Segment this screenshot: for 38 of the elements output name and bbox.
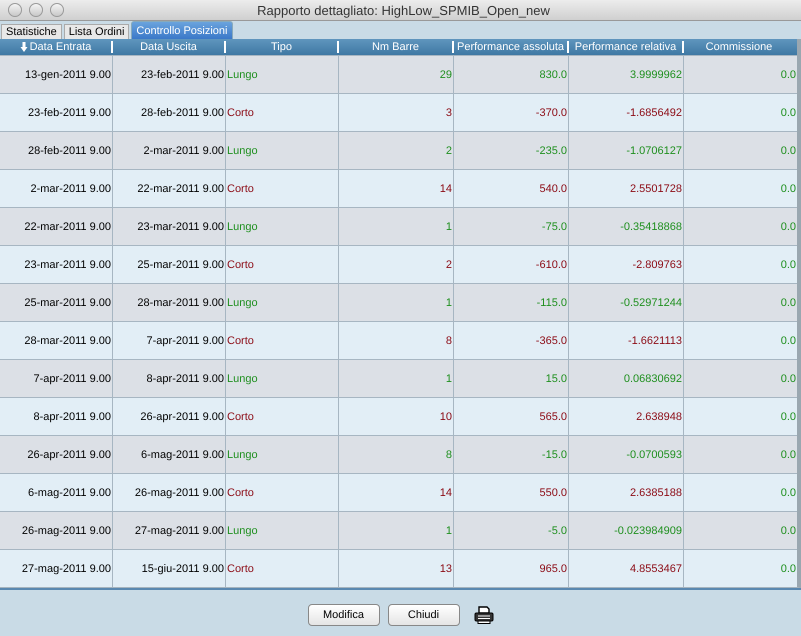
table-cell-text: 0.0: [780, 372, 797, 386]
table-cell: 965.0: [454, 550, 569, 587]
column-header[interactable]: Performance assoluta: [454, 41, 569, 53]
dialog-button[interactable]: Chiudi: [388, 604, 460, 626]
column-header[interactable]: Commissione: [684, 41, 794, 53]
zoom-window-icon[interactable]: [50, 3, 64, 17]
table-cell: 13: [339, 550, 454, 587]
table-cell-text: 0.0: [780, 220, 797, 234]
table-cell-text: 0.0: [780, 524, 797, 538]
tab[interactable]: Lista Ordini: [64, 24, 130, 39]
tab[interactable]: Statistiche: [1, 24, 62, 39]
table-cell: Corto: [226, 550, 339, 587]
table-cell-text: 0.0: [780, 562, 797, 576]
dialog-button[interactable]: Modifica: [308, 604, 380, 626]
tab[interactable]: Controllo Posizioni: [131, 21, 232, 39]
table-cell: 15-giu-2011 9.00: [113, 550, 226, 587]
column-header[interactable]: Nm Barre: [339, 41, 454, 53]
column-header[interactable]: Performance relativa: [569, 41, 684, 53]
table-cell-text: 0.0: [780, 486, 797, 500]
table-cell-text: 0.0: [780, 296, 797, 310]
sort-arrow-icon: [20, 42, 28, 52]
printer-icon[interactable]: [474, 606, 494, 624]
table-cell: 4.8553467: [569, 550, 684, 587]
minimize-window-icon[interactable]: [29, 3, 43, 17]
table-cell-text: 0.0: [780, 68, 797, 82]
table-cell-text: 0.0: [780, 106, 797, 120]
column-header[interactable]: Data Uscita: [113, 41, 226, 53]
table-cell-text: 0.0: [780, 410, 797, 424]
table-cell-text: 0.0: [780, 182, 797, 196]
close-window-icon[interactable]: [8, 3, 22, 17]
table-cell: 27-mag-2011 9.00: [0, 550, 113, 587]
table-cell-text: 0.0: [780, 334, 797, 348]
column-header[interactable]: Data Entrata: [0, 41, 113, 53]
table-cell-text: 0.0: [780, 448, 797, 462]
window-title: Rapporto dettagliato: HighLow_SPMIB_Open_new: [256, 2, 551, 18]
table-cell-text: 0.0: [780, 258, 797, 272]
column-header[interactable]: Tipo: [226, 41, 339, 53]
table-cell-text: 0.0: [780, 144, 797, 158]
